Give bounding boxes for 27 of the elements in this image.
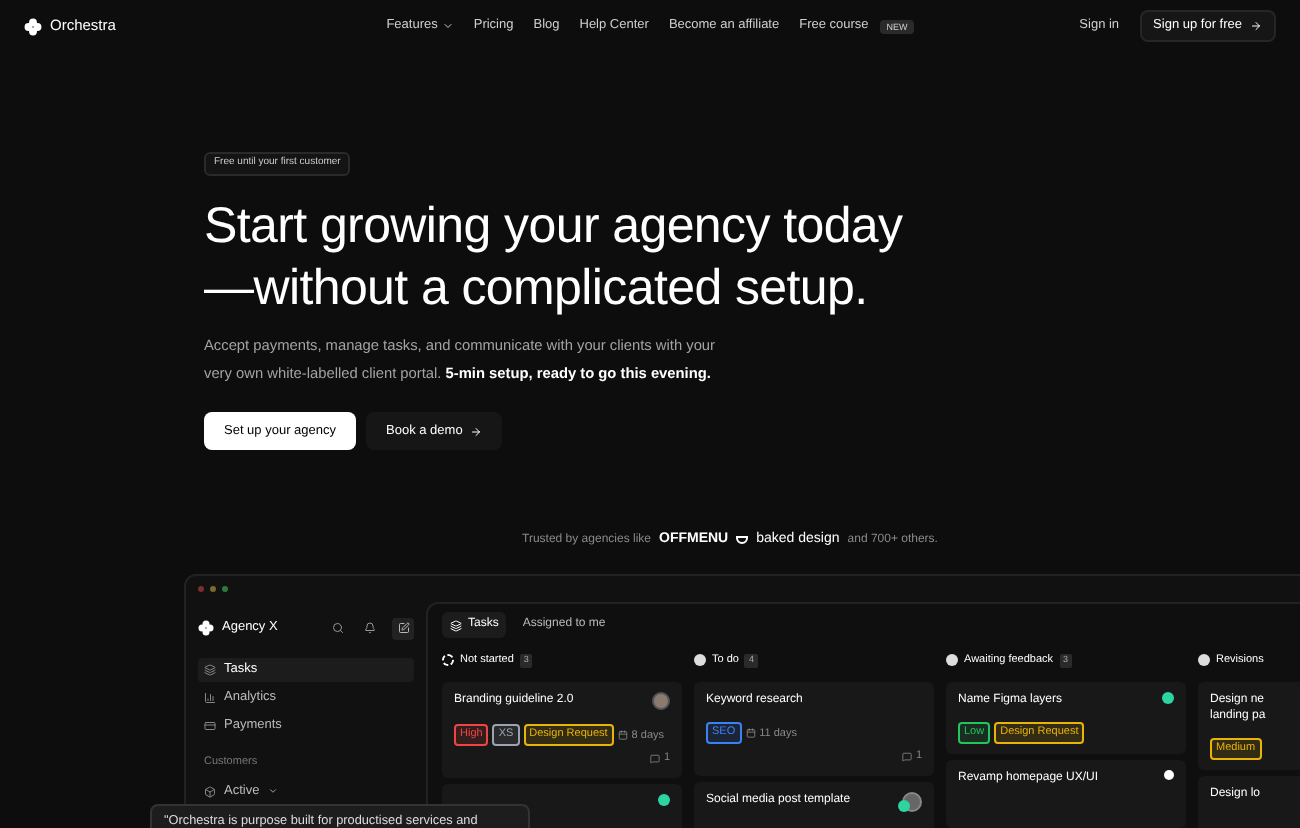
- status-icon: [1198, 654, 1210, 667]
- status-icon: [694, 654, 706, 667]
- workspace-logo-icon: [198, 620, 214, 637]
- search-icon[interactable]: [332, 622, 344, 635]
- caret-icon: [267, 786, 278, 796]
- avatar: [652, 692, 670, 711]
- arrow-right-icon: [470, 425, 483, 437]
- comment-icon: [901, 751, 912, 762]
- bowl-icon: [736, 536, 749, 545]
- bar-chart-icon: [204, 692, 216, 705]
- edit-icon: [397, 622, 409, 635]
- card-icon: [204, 720, 216, 733]
- hero-headline: Start growing your agency today —without a complicated setup.: [204, 196, 905, 320]
- layers-icon: [450, 619, 462, 632]
- comment-icon: [649, 753, 660, 764]
- avatar: [902, 791, 922, 811]
- arrow-right-icon: [1250, 20, 1262, 32]
- layers-icon: [204, 664, 216, 677]
- calendar-icon: [617, 730, 628, 741]
- box-icon: [204, 785, 216, 797]
- calendar-icon: [745, 728, 756, 739]
- status-icon: [442, 654, 454, 667]
- bell-icon[interactable]: [364, 622, 376, 635]
- logo-icon: [24, 17, 42, 35]
- status-icon: [1164, 770, 1174, 781]
- compose-button[interactable]: [392, 617, 414, 640]
- status-icon: [946, 654, 958, 667]
